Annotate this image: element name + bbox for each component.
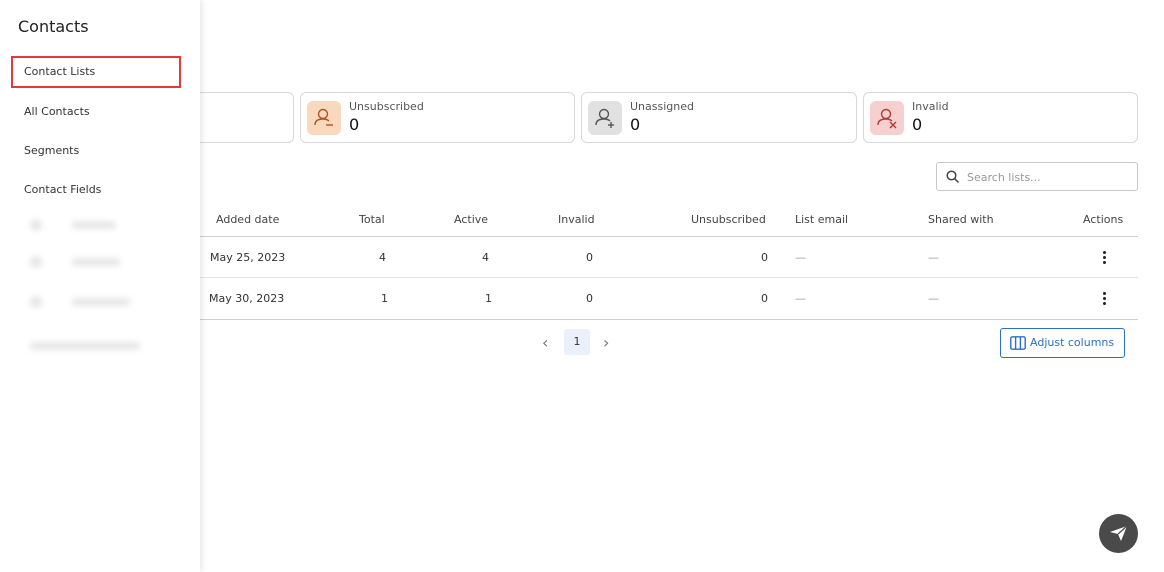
search-input[interactable] bbox=[967, 167, 1132, 187]
cell-invalid: 0 bbox=[586, 292, 593, 305]
send-icon bbox=[1110, 525, 1128, 541]
stat-card-invalid: Invalid 0 bbox=[863, 92, 1138, 143]
column-header-added-date[interactable]: Added date bbox=[216, 213, 279, 226]
chevron-left-icon[interactable]: ‹ bbox=[542, 333, 548, 352]
sidebar-item-contact-lists[interactable]: Contact Lists bbox=[11, 56, 181, 88]
column-header-active[interactable]: Active bbox=[454, 213, 488, 226]
cell-unsubscribed: 0 bbox=[761, 292, 768, 305]
cell-unsubscribed: 0 bbox=[761, 251, 768, 264]
more-actions-icon[interactable] bbox=[1099, 249, 1109, 267]
blurred-background-row bbox=[30, 214, 116, 231]
cell-total: 4 bbox=[379, 251, 386, 264]
user-x-icon bbox=[870, 101, 904, 135]
search-icon bbox=[946, 170, 960, 184]
blurred-background-row bbox=[30, 291, 130, 308]
stat-value: 0 bbox=[630, 115, 641, 134]
cell-shared-with: — bbox=[928, 251, 939, 264]
search-box[interactable] bbox=[936, 162, 1138, 191]
stat-label: Invalid bbox=[912, 100, 949, 113]
page-number-current[interactable]: 1 bbox=[564, 329, 590, 355]
cell-active: 4 bbox=[482, 251, 489, 264]
stat-label: Unsubscribed bbox=[349, 100, 424, 113]
stat-card-unassigned: Unassigned 0 bbox=[581, 92, 857, 143]
column-header-actions: Actions bbox=[1083, 213, 1124, 226]
stat-value: 0 bbox=[912, 115, 923, 134]
adjust-columns-label: Adjust columns bbox=[1030, 336, 1115, 349]
sidebar-item-contact-fields[interactable]: Contact Fields bbox=[11, 174, 181, 206]
divider bbox=[200, 236, 1138, 237]
cell-shared-with: — bbox=[928, 292, 939, 305]
cell-total: 1 bbox=[381, 292, 388, 305]
cell-invalid: 0 bbox=[586, 251, 593, 264]
blurred-background-row bbox=[30, 251, 120, 268]
sidebar-item-all-contacts[interactable]: All Contacts bbox=[11, 96, 181, 128]
cell-list-email: — bbox=[795, 292, 806, 305]
stat-card-unsubscribed: Unsubscribed 0 bbox=[300, 92, 575, 143]
adjust-columns-button[interactable]: Adjust columns bbox=[1000, 328, 1125, 358]
sidebar: Contacts Contact Lists All Contacts Segm… bbox=[0, 0, 200, 572]
column-header-list-email[interactable]: List email bbox=[795, 213, 848, 226]
column-header-unsubscribed[interactable]: Unsubscribed bbox=[691, 213, 766, 226]
cell-added-date: May 25, 2023 bbox=[210, 251, 286, 264]
cell-list-email: — bbox=[795, 251, 806, 264]
more-actions-icon[interactable] bbox=[1099, 290, 1109, 308]
page: Unsubscribed 0 Unassigned 0 Invalid 0 Ad… bbox=[0, 0, 1164, 572]
column-header-total[interactable]: Total bbox=[359, 213, 385, 226]
user-minus-icon bbox=[307, 101, 341, 135]
divider bbox=[200, 277, 1138, 278]
cell-active: 1 bbox=[485, 292, 492, 305]
sidebar-title: Contacts bbox=[18, 17, 89, 36]
cell-added-date: May 30, 2023 bbox=[209, 292, 285, 305]
stat-value: 0 bbox=[349, 115, 360, 134]
divider bbox=[200, 319, 1138, 320]
sidebar-item-segments[interactable]: Segments bbox=[11, 135, 181, 167]
columns-icon bbox=[1010, 336, 1026, 350]
chat-button[interactable] bbox=[1099, 514, 1138, 553]
column-header-shared-with[interactable]: Shared with bbox=[928, 213, 994, 226]
column-header-invalid[interactable]: Invalid bbox=[558, 213, 595, 226]
user-plus-icon bbox=[588, 101, 622, 135]
chevron-right-icon[interactable]: › bbox=[603, 333, 609, 352]
blurred-background-row bbox=[30, 335, 140, 350]
stat-label: Unassigned bbox=[630, 100, 694, 113]
